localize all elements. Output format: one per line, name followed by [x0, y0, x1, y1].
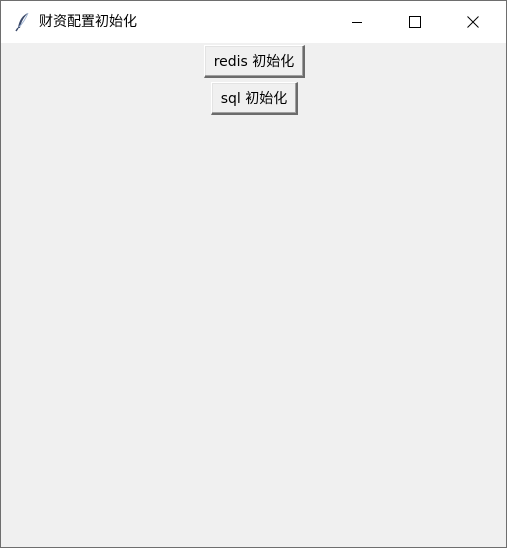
window-title: 财资配置初始化: [39, 14, 137, 30]
minimize-button[interactable]: [334, 1, 380, 43]
window-content: redis 初始化 sql 初始化: [1, 43, 506, 547]
maximize-icon: [409, 13, 421, 32]
close-button[interactable]: [450, 1, 496, 43]
close-icon: [467, 13, 479, 32]
title-bar[interactable]: 财资配置初始化: [1, 1, 506, 43]
app-window: 财资配置初始化 redis 初始化 sql 初始化: [0, 0, 507, 548]
maximize-button[interactable]: [392, 1, 438, 43]
redis-init-button[interactable]: redis 初始化: [204, 45, 305, 78]
feather-icon: [15, 12, 31, 32]
sql-init-button[interactable]: sql 初始化: [211, 82, 298, 115]
minimize-icon: [351, 13, 363, 32]
